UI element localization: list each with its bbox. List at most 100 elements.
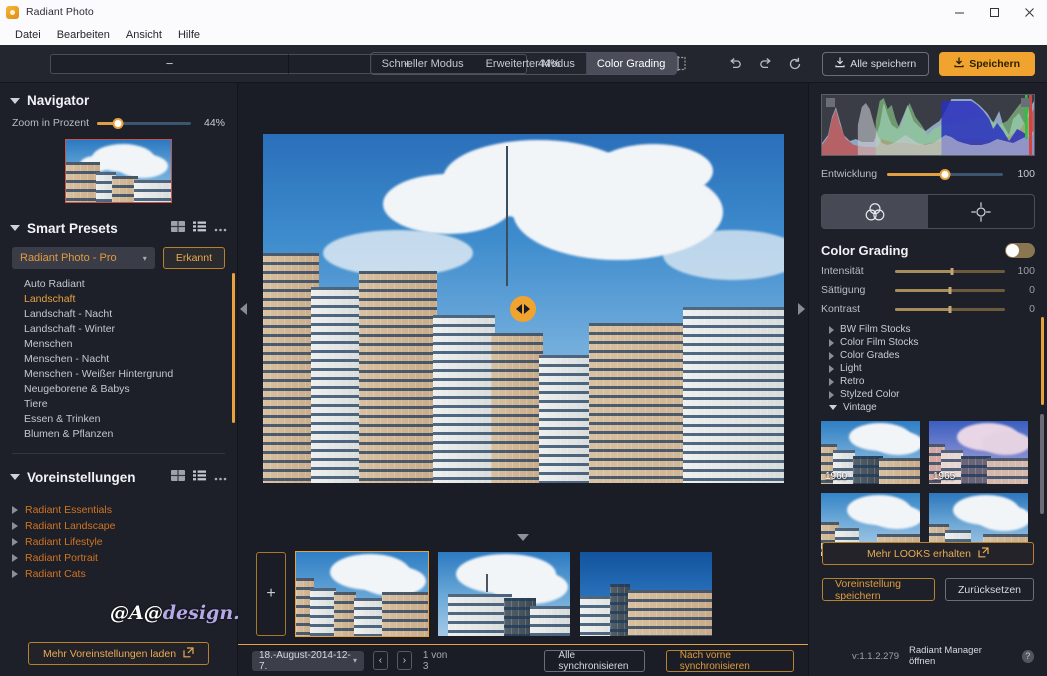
list-item[interactable]: Stylzed Color xyxy=(809,388,1047,401)
menu-bearbeiten[interactable]: Bearbeiten xyxy=(50,27,117,43)
chevron-right-icon xyxy=(829,351,834,360)
color-wheels-icon[interactable] xyxy=(822,195,928,228)
histogram-shadow-clip-icon[interactable] xyxy=(826,98,835,107)
list-item[interactable]: Neugeborene & Babys xyxy=(0,381,237,396)
menu-hilfe[interactable]: Hilfe xyxy=(171,27,207,43)
list-item[interactable]: Color Film Stocks xyxy=(809,336,1047,349)
tab-color-grading[interactable]: Color Grading xyxy=(585,53,677,74)
contrast-slider-knob[interactable] xyxy=(948,305,952,313)
save-button[interactable]: Speichern xyxy=(939,51,1035,76)
list-item[interactable]: Auto Radiant xyxy=(0,276,237,291)
next-photo-button[interactable]: › xyxy=(396,651,412,670)
intensity-slider-knob[interactable] xyxy=(950,267,954,275)
zoom-out-button[interactable]: − xyxy=(50,53,288,74)
list-item[interactable]: Retro xyxy=(809,375,1047,388)
looks-tree-scrollbar[interactable] xyxy=(1041,317,1044,405)
contrast-slider[interactable] xyxy=(895,303,1005,315)
list-item[interactable]: Landschaft xyxy=(0,291,237,306)
menu-datei[interactable]: Datei xyxy=(8,27,48,43)
look-tile-1960[interactable]: 1960 xyxy=(821,421,920,484)
undo-icon[interactable] xyxy=(720,52,750,76)
list-item[interactable]: Menschen - Weißer Hintergrund xyxy=(0,366,237,381)
filmstrip-thumb-1[interactable] xyxy=(295,551,429,637)
add-photo-button[interactable]: + xyxy=(256,552,286,636)
list-item[interactable]: Menschen - Nacht xyxy=(0,351,237,366)
more-options-icon[interactable] xyxy=(214,468,227,486)
sync-all-button[interactable]: Alle synchronisieren xyxy=(544,649,645,672)
zoom-slider[interactable] xyxy=(97,117,191,129)
smart-presets-header[interactable]: Smart Presets xyxy=(0,209,237,243)
list-item[interactable]: BW Film Stocks xyxy=(809,323,1047,336)
maximize-icon[interactable] xyxy=(977,0,1012,24)
save-preset-button[interactable]: Voreinstellung speichern xyxy=(822,578,935,602)
target-adjust-icon[interactable] xyxy=(928,195,1034,228)
contrast-value: 0 xyxy=(1029,303,1035,315)
chevron-right-icon xyxy=(829,390,834,399)
grid-view-icon[interactable] xyxy=(171,468,185,486)
saturation-slider-knob[interactable] xyxy=(948,286,952,294)
menu-ansicht[interactable]: Ansicht xyxy=(119,27,169,43)
help-icon[interactable]: ? xyxy=(1021,649,1034,663)
looks-grid-scrollbar[interactable] xyxy=(1040,414,1044,514)
before-after-split-handle-icon[interactable] xyxy=(510,295,536,322)
list-item[interactable]: Tiere xyxy=(0,396,237,411)
main-photo[interactable] xyxy=(262,134,784,483)
list-item[interactable]: Color Grades xyxy=(809,349,1047,362)
filmstrip-collapse-icon[interactable] xyxy=(517,534,529,541)
navigator-header[interactable]: Navigator xyxy=(0,83,237,114)
more-looks-button[interactable]: Mehr LOOKS erhalten xyxy=(822,542,1034,565)
filmstrip-thumb-2[interactable] xyxy=(438,552,570,636)
reset-button[interactable]: Zurücksetzen xyxy=(944,578,1034,601)
presets-header[interactable]: Voreinstellungen xyxy=(0,454,237,492)
list-item[interactable]: Menschen xyxy=(0,336,237,351)
radiant-manager-link[interactable]: Radiant Manager öffnen xyxy=(909,645,1007,667)
tool-tab-group xyxy=(821,194,1035,229)
zoom-slider-label: Zoom in Prozent xyxy=(12,117,90,129)
load-more-presets-button[interactable]: Mehr Voreinstellungen laden xyxy=(27,642,210,665)
look-tile-1965[interactable]: 1965 xyxy=(929,421,1028,484)
list-item[interactable]: Radiant Landscape xyxy=(0,518,237,534)
collapse-right-icon[interactable] xyxy=(798,302,805,315)
list-item[interactable]: Landschaft - Winter xyxy=(0,321,237,336)
smart-preset-scrollbar[interactable] xyxy=(232,273,235,423)
more-options-icon[interactable] xyxy=(214,219,227,237)
detected-button[interactable]: Erkannt xyxy=(162,247,225,269)
list-item[interactable]: Light xyxy=(809,362,1047,375)
list-item[interactable]: Vintage xyxy=(809,401,1047,414)
zoom-slider-knob[interactable] xyxy=(112,117,124,129)
minimize-icon[interactable] xyxy=(942,0,977,24)
redo-icon[interactable] xyxy=(750,52,780,76)
sync-forward-button[interactable]: Nach vorne synchronisieren xyxy=(665,649,794,672)
list-view-icon[interactable] xyxy=(193,468,206,486)
filmstrip-thumb-3[interactable] xyxy=(580,552,712,636)
color-grading-toggle[interactable] xyxy=(1005,243,1035,258)
histogram-highlight-clip-icon[interactable] xyxy=(1021,98,1030,107)
list-item[interactable]: Radiant Lifestyle xyxy=(0,534,237,550)
grid-view-icon[interactable] xyxy=(171,219,185,237)
intensity-label: Intensität xyxy=(821,265,864,277)
list-item[interactable]: Blumen & Pflanzen xyxy=(0,426,237,441)
image-canvas[interactable] xyxy=(238,83,808,534)
histogram-display[interactable] xyxy=(821,94,1035,156)
prev-photo-button[interactable]: ‹ xyxy=(373,651,388,670)
looks-group-label: BW Film Stocks xyxy=(840,324,911,335)
navigator-preview[interactable] xyxy=(65,139,172,203)
tab-schneller-modus[interactable]: Schneller Modus xyxy=(371,53,475,74)
list-view-icon[interactable] xyxy=(193,219,206,237)
reset-icon[interactable] xyxy=(780,52,810,76)
development-slider[interactable] xyxy=(887,168,1003,180)
close-icon[interactable] xyxy=(1012,0,1047,24)
development-slider-knob[interactable] xyxy=(939,168,951,180)
list-item[interactable]: Radiant Cats xyxy=(0,566,237,582)
list-item[interactable]: Landschaft - Nacht xyxy=(0,306,237,321)
profile-select[interactable]: Radiant Photo - Pro ▾ xyxy=(12,247,155,269)
list-item[interactable]: Radiant Essentials xyxy=(0,502,237,518)
list-item[interactable]: Radiant Portrait xyxy=(0,550,237,566)
collapse-left-icon[interactable] xyxy=(240,302,247,315)
intensity-slider[interactable] xyxy=(895,265,1005,277)
tab-erweiterter-modus[interactable]: Erweiterter Modus xyxy=(475,53,586,74)
saturation-slider[interactable] xyxy=(895,284,1005,296)
save-all-button[interactable]: Alle speichern xyxy=(822,51,930,76)
folder-select[interactable]: 18.-August-2014-12-7. ▾ xyxy=(252,650,364,672)
list-item[interactable]: Essen & Trinken xyxy=(0,411,237,426)
